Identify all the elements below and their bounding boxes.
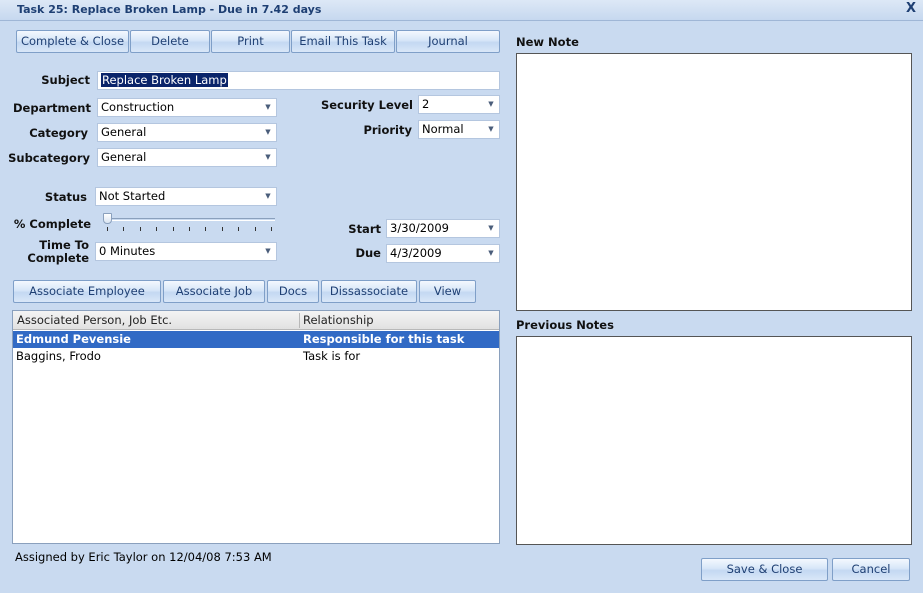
delete-button[interactable]: Delete: [130, 30, 210, 53]
list-cell-name: Baggins, Frodo: [16, 349, 101, 363]
new-note-label: New Note: [516, 35, 579, 49]
chevron-down-icon[interactable]: ▼: [485, 220, 497, 237]
chevron-down-icon[interactable]: ▼: [485, 245, 497, 262]
start-date-picker[interactable]: 3/30/2009 ▼: [386, 219, 500, 238]
list-item[interactable]: Baggins, Frodo Task is for: [13, 348, 499, 365]
percent-complete-slider-thumb[interactable]: [103, 213, 112, 224]
category-label: Category: [29, 126, 88, 140]
subject-label: Subject: [41, 73, 90, 87]
chevron-down-icon[interactable]: ▼: [262, 243, 274, 260]
chevron-down-icon[interactable]: ▼: [485, 121, 497, 138]
security-level-select[interactable]: 2 ▼: [418, 95, 500, 114]
slider-tick: [123, 227, 125, 231]
docs-button[interactable]: Docs: [267, 280, 319, 303]
slider-tick: [205, 227, 207, 231]
slider-tick: [254, 227, 256, 231]
priority-value: Normal: [422, 122, 464, 136]
slider-tick: [156, 227, 158, 231]
subcategory-select[interactable]: General ▼: [97, 148, 277, 167]
subject-value: Replace Broken Lamp: [101, 73, 228, 87]
slider-tick: [139, 227, 141, 231]
slider-tick: [189, 227, 190, 231]
associations-list[interactable]: Associated Person, Job Etc. Relationship…: [12, 310, 500, 544]
department-value: Construction: [101, 100, 175, 114]
previous-notes-box[interactable]: [516, 336, 912, 545]
email-task-button[interactable]: Email This Task: [291, 30, 395, 53]
due-label: Due: [355, 246, 381, 260]
department-select[interactable]: Construction ▼: [97, 98, 277, 117]
save-close-button[interactable]: Save & Close: [701, 558, 828, 581]
print-button[interactable]: Print: [211, 30, 290, 53]
cancel-button[interactable]: Cancel: [832, 558, 910, 581]
column-header-relationship[interactable]: Relationship: [303, 313, 374, 327]
status-label: Status: [44, 190, 87, 204]
time-to-complete-select[interactable]: 0 Minutes ▼: [95, 242, 277, 261]
priority-label: Priority: [363, 123, 412, 137]
complete-close-button[interactable]: Complete & Close: [16, 30, 129, 53]
due-date-picker[interactable]: 4/3/2009 ▼: [386, 244, 500, 263]
security-level-value: 2: [422, 97, 430, 111]
slider-tick: [172, 227, 174, 231]
chevron-down-icon[interactable]: ▼: [262, 149, 274, 166]
percent-complete-label: % Complete: [13, 217, 91, 231]
associate-job-button[interactable]: Associate Job: [163, 280, 265, 303]
slider-tick: [107, 227, 108, 231]
close-icon[interactable]: X: [903, 1, 919, 17]
dissassociate-button[interactable]: Dissassociate: [321, 280, 417, 303]
list-cell-relationship: Responsible for this task: [303, 332, 465, 346]
time-to-complete-label: Time To Complete: [5, 239, 89, 265]
chevron-down-icon[interactable]: ▼: [262, 99, 274, 116]
time-to-complete-value: 0 Minutes: [99, 244, 156, 258]
list-header: Associated Person, Job Etc. Relationship: [13, 311, 499, 330]
start-date-value: 3/30/2009: [390, 221, 449, 235]
slider-tick: [221, 227, 223, 231]
list-cell-name: Edmund Pevensie: [16, 332, 131, 346]
chevron-down-icon[interactable]: ▼: [262, 124, 274, 141]
chevron-down-icon[interactable]: ▼: [262, 188, 274, 205]
slider-tick: [238, 227, 240, 231]
column-header-associated[interactable]: Associated Person, Job Etc.: [17, 313, 172, 327]
status-select[interactable]: Not Started ▼: [95, 187, 277, 206]
percent-complete-slider-track[interactable]: [103, 218, 275, 221]
list-item[interactable]: Edmund Pevensie Responsible for this tas…: [13, 331, 499, 348]
title-bar: Task 25: Replace Broken Lamp - Due in 7.…: [0, 0, 923, 21]
journal-button[interactable]: Journal: [396, 30, 500, 53]
time-label-line2: Complete: [27, 251, 89, 265]
previous-notes-label: Previous Notes: [516, 318, 614, 332]
new-note-textarea[interactable]: [516, 53, 912, 311]
subcategory-label: Subcategory: [8, 151, 90, 165]
category-value: General: [101, 125, 147, 139]
subject-input[interactable]: Replace Broken Lamp: [97, 71, 500, 90]
priority-select[interactable]: Normal ▼: [418, 120, 500, 139]
list-cell-relationship: Task is for: [303, 349, 361, 363]
view-button[interactable]: View: [419, 280, 476, 303]
assigned-by-text: Assigned by Eric Taylor on 12/04/08 7:53…: [15, 550, 272, 564]
security-level-label: Security Level: [320, 98, 413, 112]
start-label: Start: [348, 222, 381, 236]
window-title: Task 25: Replace Broken Lamp - Due in 7.…: [17, 3, 322, 16]
department-label: Department: [13, 101, 91, 115]
status-value: Not Started: [99, 189, 166, 203]
column-separator[interactable]: [299, 313, 300, 328]
chevron-down-icon[interactable]: ▼: [485, 96, 497, 113]
due-date-value: 4/3/2009: [390, 246, 442, 260]
slider-tick: [271, 227, 272, 231]
subcategory-value: General: [101, 150, 147, 164]
associate-employee-button[interactable]: Associate Employee: [13, 280, 161, 303]
category-select[interactable]: General ▼: [97, 123, 277, 142]
